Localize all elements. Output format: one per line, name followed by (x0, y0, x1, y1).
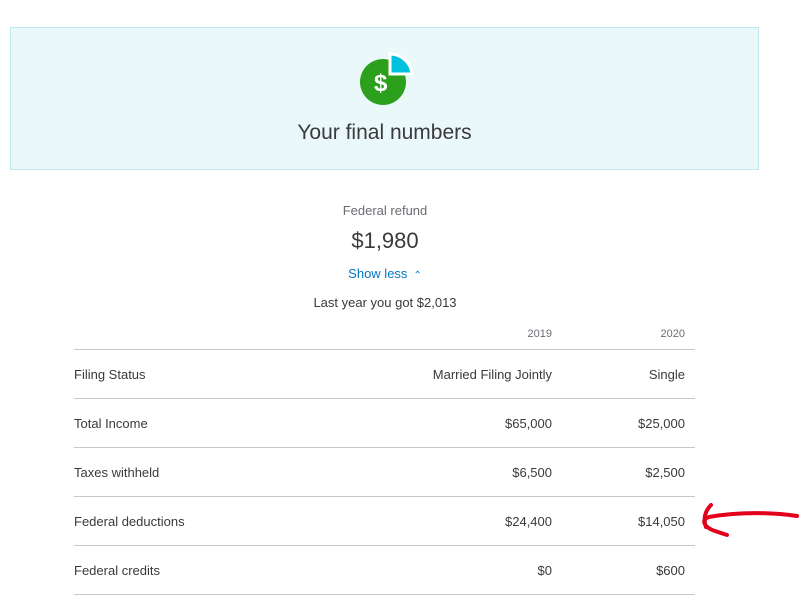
value-2019: $24,400 (505, 514, 552, 529)
chevron-up-icon: ⌃ (413, 270, 422, 281)
row-label: Filing Status (74, 367, 146, 382)
value-2020: $14,050 (638, 514, 685, 529)
page-title: Your final numbers (297, 121, 472, 144)
show-less-label: Show less (348, 266, 408, 281)
svg-text:$: $ (374, 70, 388, 97)
header-banner: $ Your final numbers (10, 27, 759, 170)
column-header-2019: 2019 (527, 328, 552, 340)
value-2019: $0 (537, 563, 552, 578)
last-year-refund: Last year you got $2,013 (313, 295, 457, 310)
row-label: Taxes withheld (74, 465, 160, 480)
table-row: Taxes withheld $6,500 $2,500 (74, 448, 695, 497)
refund-label: Federal refund (342, 203, 428, 218)
show-less-toggle[interactable]: Show less ⌃ (0, 266, 770, 281)
row-label: Federal deductions (74, 514, 185, 529)
table-row: Total Income $65,000 $25,000 (74, 399, 695, 448)
red-arrow-annotation (702, 503, 799, 537)
table-row: Federal deductions $24,400 $14,050 (74, 497, 695, 546)
value-2020: $25,000 (638, 416, 685, 431)
row-label: Federal credits (74, 563, 160, 578)
pie-chart-dollar-icon: $ (360, 52, 414, 105)
table-row: Filing Status Married Filing Jointly Sin… (74, 350, 695, 399)
table-header: 2019 2020 (74, 320, 695, 350)
value-2019: $65,000 (505, 416, 552, 431)
column-header-2020: 2020 (660, 328, 685, 340)
refund-amount: $1,980 (351, 228, 419, 253)
table-row: Federal credits $0 $600 (74, 546, 695, 595)
comparison-table: 2019 2020 Filing Status Married Filing J… (74, 320, 695, 595)
row-label: Total Income (74, 416, 148, 431)
value-2020: $600 (656, 563, 685, 578)
value-2020: $2,500 (645, 465, 685, 480)
value-2019: $6,500 (512, 465, 552, 480)
value-2019: Married Filing Jointly (432, 367, 552, 382)
value-2020: Single (648, 367, 685, 382)
